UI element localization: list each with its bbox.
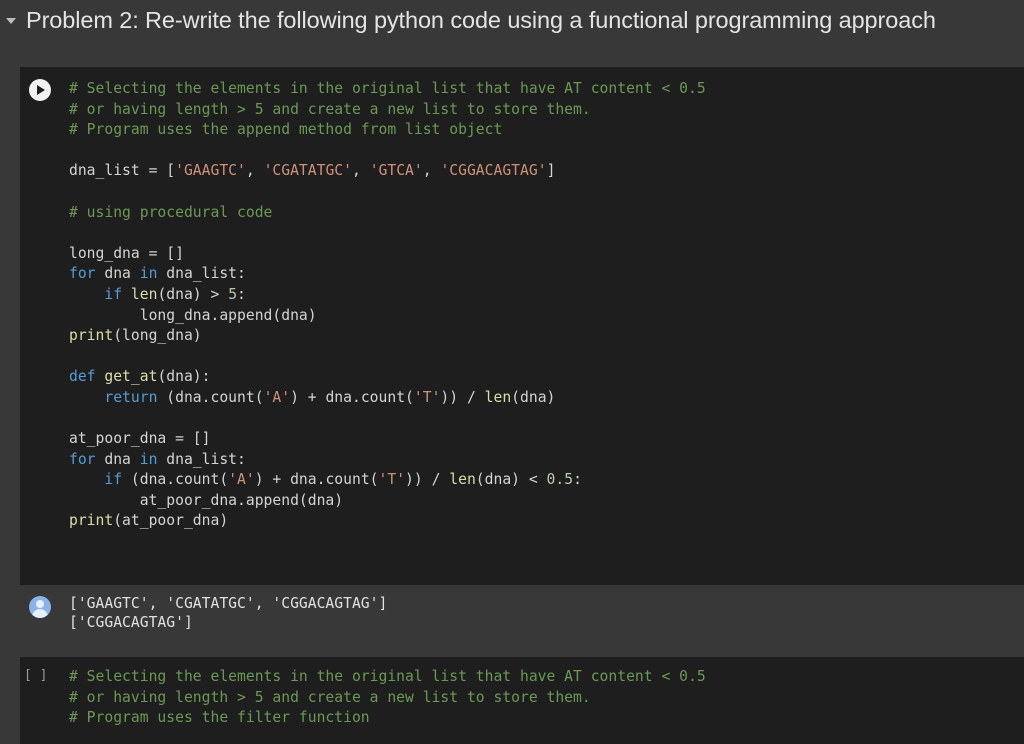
code-editor-2[interactable]: # Selecting the elements in the original…	[69, 667, 706, 729]
execution-count[interactable]: [ ]	[24, 668, 47, 683]
section-title: Problem 2: Re-write the following python…	[26, 6, 936, 33]
section-header: Problem 2: Re-write the following python…	[0, 0, 1024, 40]
avatar-icon	[29, 596, 51, 618]
play-icon[interactable]	[29, 79, 51, 101]
cell-output: ['GAAGTC', 'CGATATGC', 'CGGACAGTAG'] ['C…	[69, 595, 388, 631]
code-editor-1[interactable]: # Selecting the elements in the original…	[69, 79, 706, 532]
caret-down-icon[interactable]	[6, 17, 16, 24]
